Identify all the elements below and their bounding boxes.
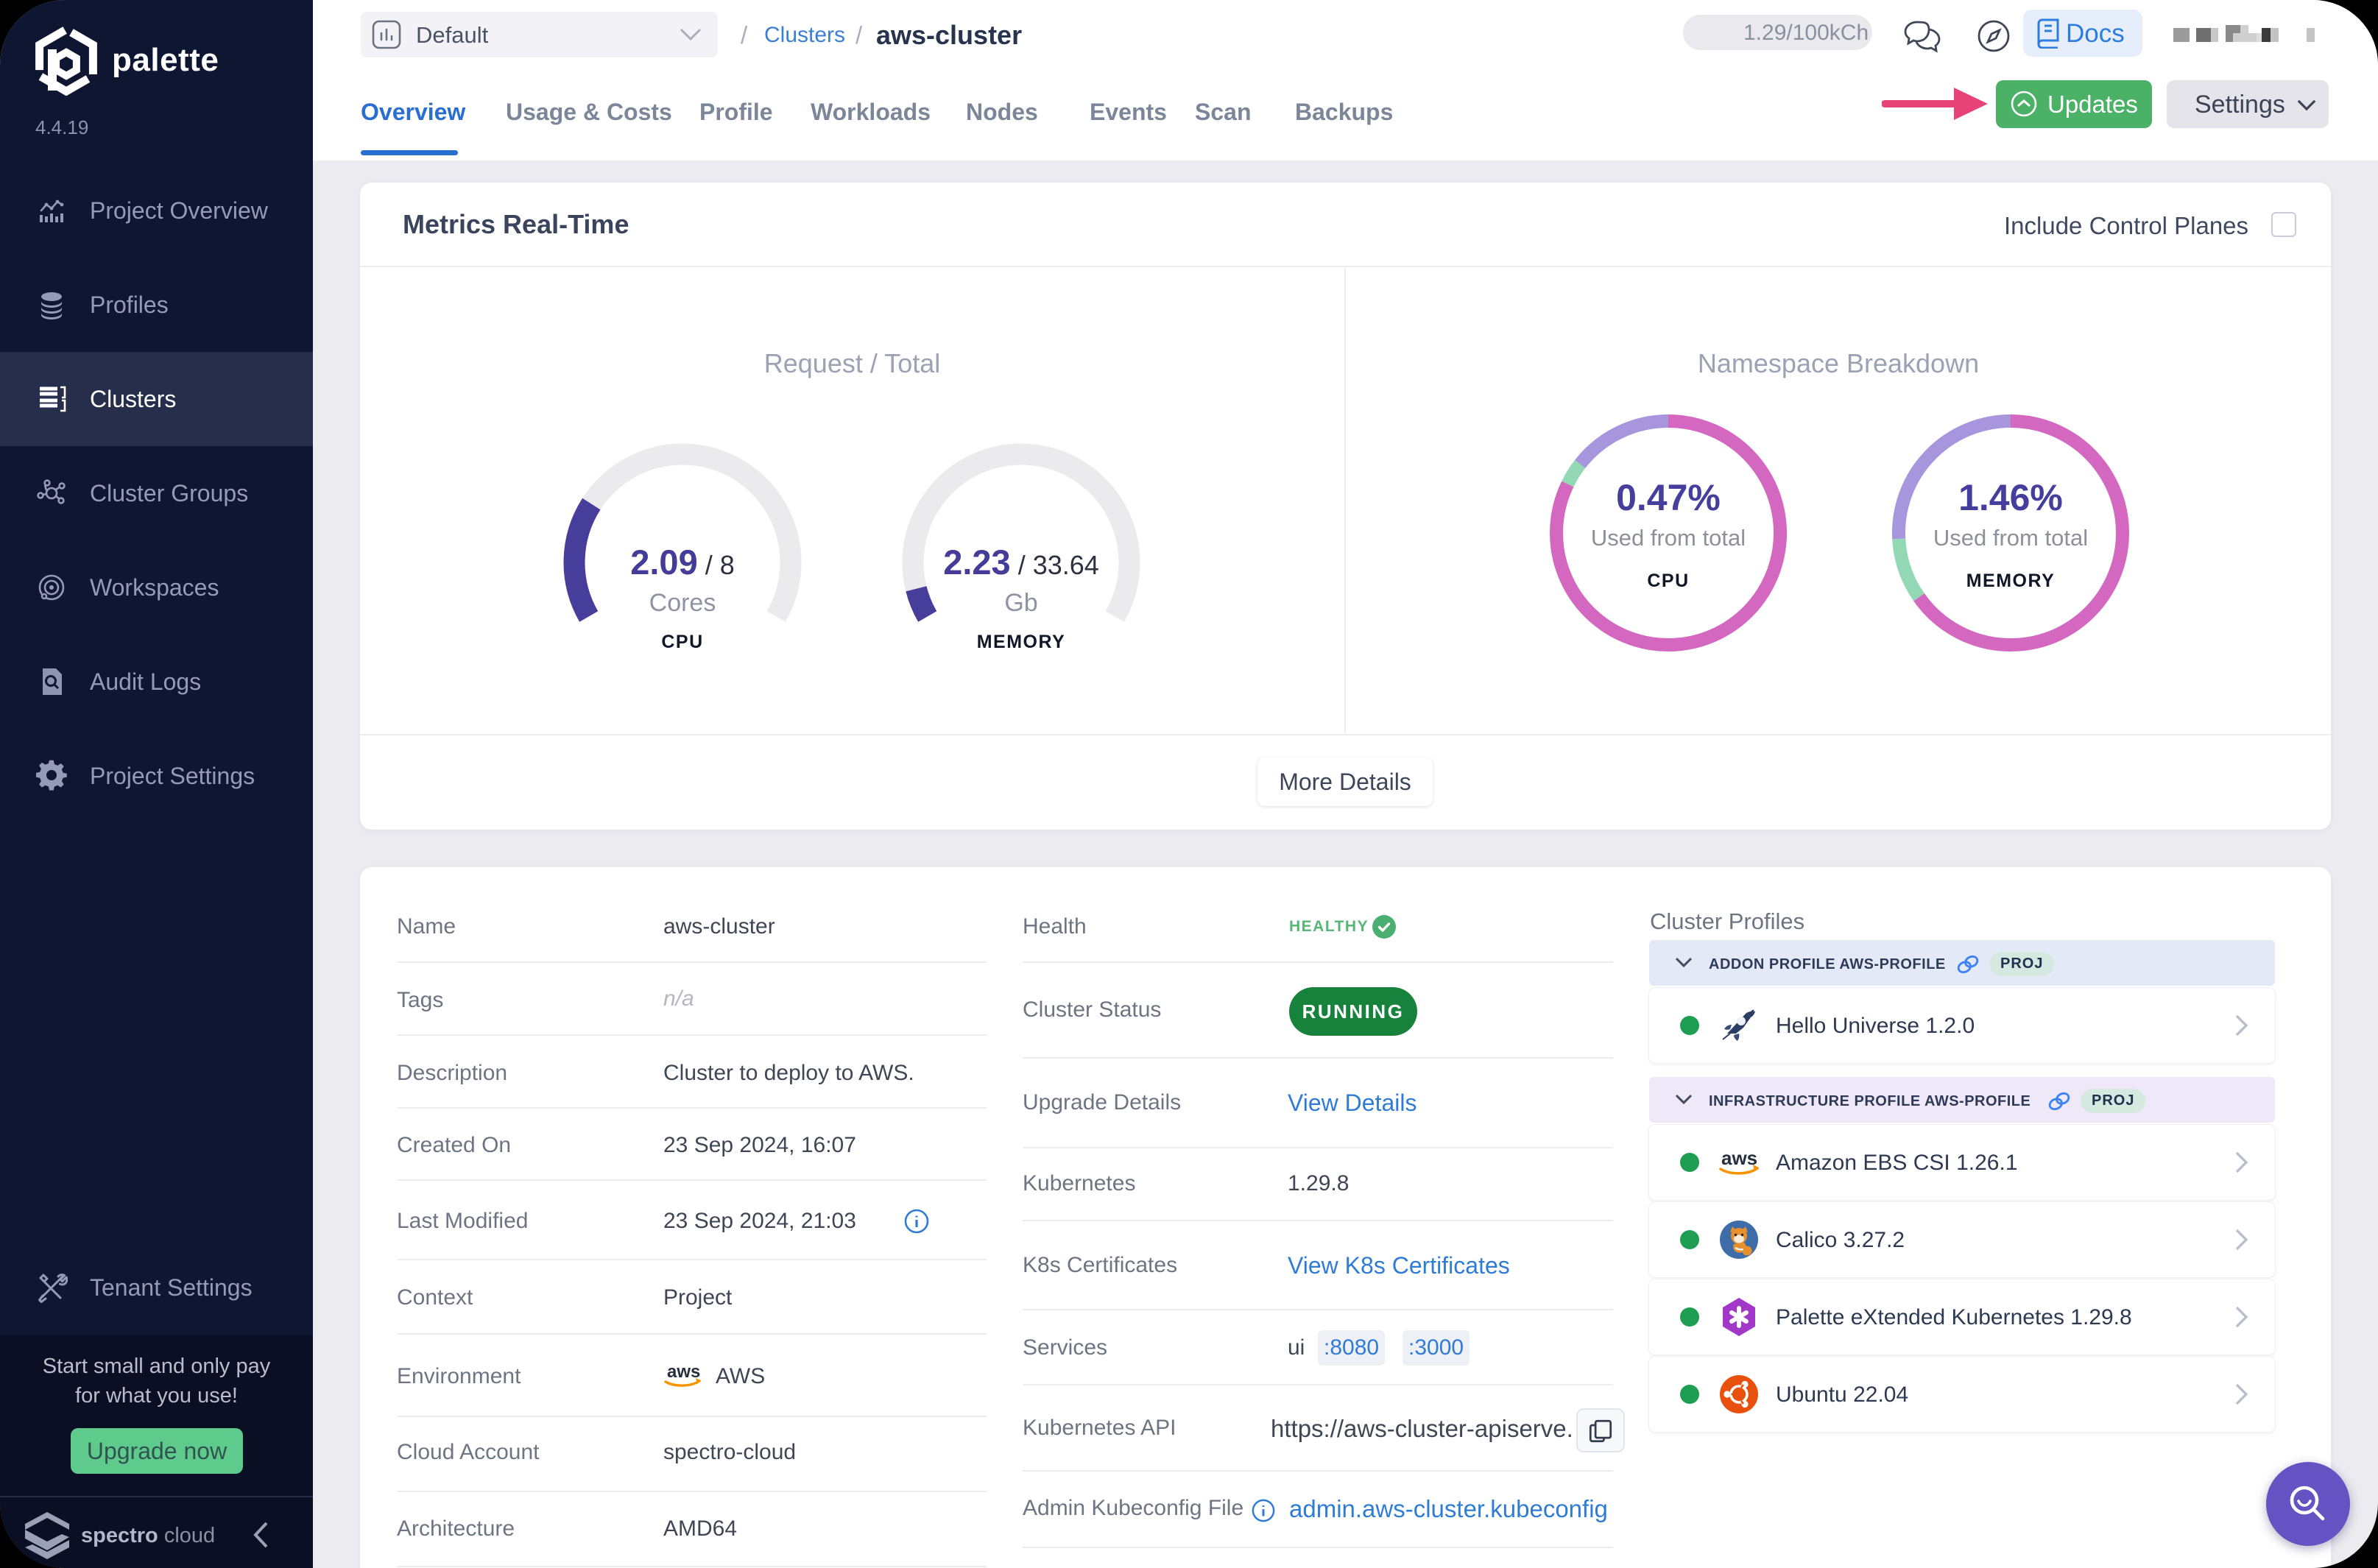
svg-text:aws: aws xyxy=(667,1362,700,1382)
svg-text:aws: aws xyxy=(1721,1147,1757,1169)
